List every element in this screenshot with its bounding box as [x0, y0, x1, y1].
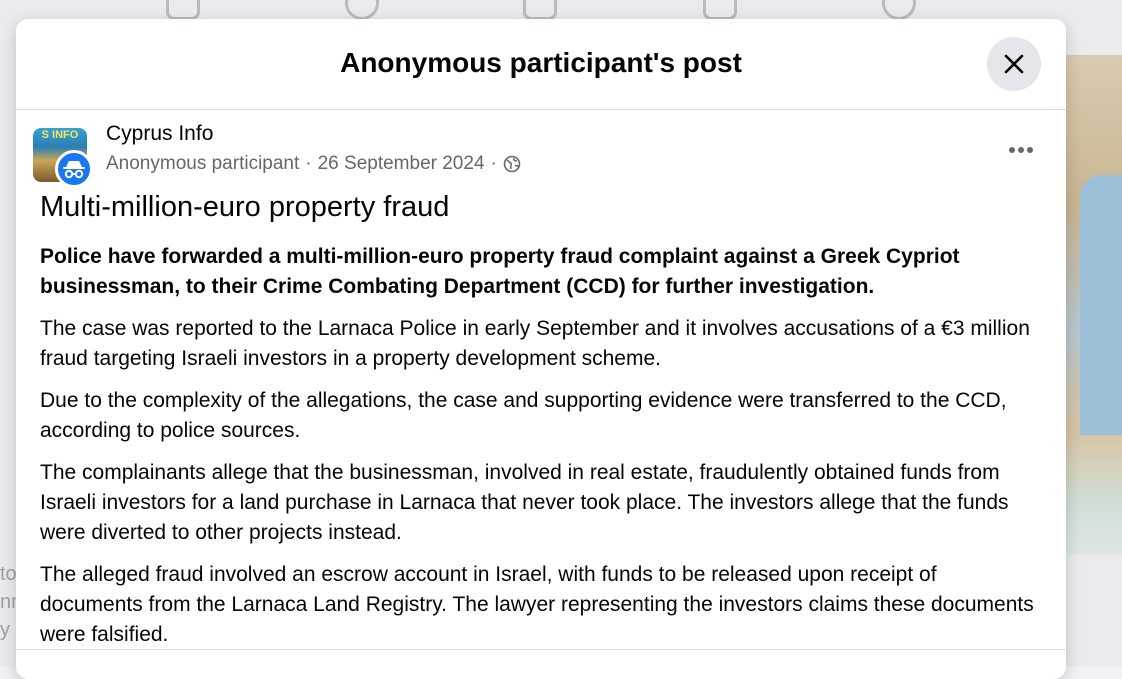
groups-icon[interactable] — [882, 0, 916, 20]
modal-title: Anonymous participant's post — [16, 47, 1066, 79]
post-body: Multi-million-euro property fraud Police… — [16, 191, 1066, 650]
post-header: S INFO Cyprus Info Anonymous participant… — [16, 110, 1066, 188]
anonymous-incognito-icon — [62, 159, 86, 179]
modal-footer-divider — [16, 649, 1066, 650]
post-date-link[interactable]: 26 September 2024 — [318, 153, 485, 175]
more-options-button[interactable] — [1008, 132, 1034, 158]
more-options-icon — [1008, 146, 1034, 154]
post-modal: Anonymous participant's post S INFO C — [16, 19, 1066, 679]
video-icon[interactable] — [523, 0, 557, 20]
author-name: Anonymous participant — [106, 153, 299, 175]
marketplace-icon[interactable] — [703, 0, 737, 20]
group-avatar-logo: S INFO — [33, 129, 87, 141]
background-photo — [1066, 55, 1122, 555]
close-button[interactable] — [987, 37, 1041, 91]
post-title: Multi-million-euro property fraud — [40, 191, 1042, 224]
post-meta: Anonymous participant · 26 September 202… — [106, 153, 521, 175]
home-icon[interactable] — [166, 0, 200, 20]
globe-icon — [503, 155, 521, 173]
anonymous-badge — [55, 150, 93, 188]
meta-separator: · — [305, 153, 311, 175]
post-paragraph: The alleged fraud involved an escrow acc… — [40, 560, 1042, 650]
post-paragraph: Due to the complexity of the allegations… — [40, 386, 1042, 446]
background-partial-text: tonny — [0, 560, 16, 644]
post-paragraph: The case was reported to the Larnaca Pol… — [40, 314, 1042, 374]
group-name-link[interactable]: Cyprus Info — [106, 122, 213, 146]
post-paragraph: Police have forwarded a multi-million-eu… — [40, 242, 1042, 302]
friends-icon[interactable] — [345, 0, 379, 20]
background-photo-arch — [1080, 175, 1122, 435]
meta-separator: · — [491, 153, 497, 175]
modal-header: Anonymous participant's post — [16, 19, 1066, 110]
group-avatar-wrap[interactable]: S INFO — [33, 128, 89, 184]
post-paragraph: The complainants allege that the busines… — [40, 458, 1042, 548]
close-icon — [1002, 52, 1026, 76]
